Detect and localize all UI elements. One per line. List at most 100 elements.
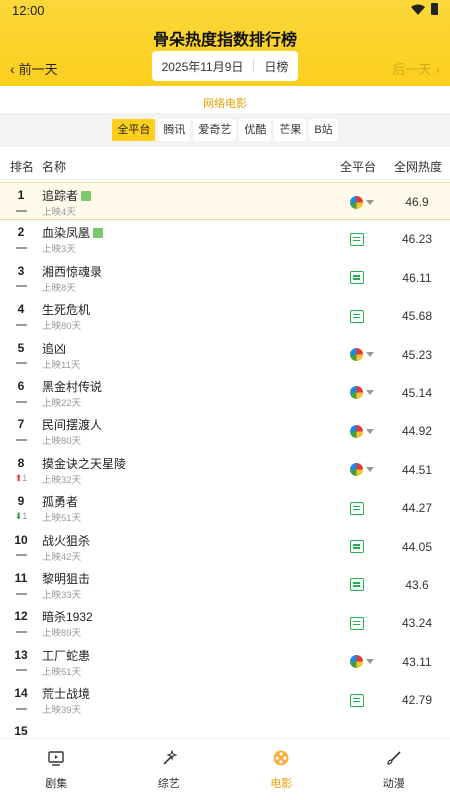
caret-down-icon: [366, 199, 374, 205]
movie-title: 追踪者: [42, 189, 79, 203]
table-row[interactable]: 14 荒士战境 上映39天 42.79: [0, 681, 450, 719]
platform-indicator[interactable]: [350, 615, 364, 631]
col-heat: 全网热度: [394, 160, 443, 174]
nav-tv-series[interactable]: 剧集: [0, 739, 113, 800]
rank-unchanged-icon: [15, 630, 27, 633]
iqiyi-icon: [350, 309, 364, 323]
col-rank: 排名: [10, 160, 35, 174]
platform-tab-all[interactable]: 全平台: [112, 119, 156, 141]
multi-platform-icon: [350, 386, 363, 400]
nav-movie[interactable]: 电影: [225, 739, 338, 800]
platform-indicator[interactable]: [350, 270, 364, 286]
table-row[interactable]: 2 血染凤凰 上映3天 46.23: [0, 220, 450, 258]
table-row[interactable]: 4 生死危机 上映80天 45.68: [0, 297, 450, 335]
new-badge-icon: [81, 190, 92, 201]
platform-indicator[interactable]: [350, 500, 364, 516]
platform-indicator[interactable]: [350, 385, 374, 401]
movie-title-wrap: 黑金村传说: [42, 378, 102, 395]
movie-title: 湘西惊魂录: [42, 264, 103, 279]
platform-tab-tencent[interactable]: 腾讯: [158, 119, 191, 141]
rank-unchanged-icon: [15, 400, 27, 403]
platform-tab-mango[interactable]: 芒果: [274, 119, 307, 141]
prev-day-button[interactable]: ‹ 前一天: [10, 59, 58, 78]
next-day-button[interactable]: 后一天 ›: [392, 59, 440, 78]
rank-change: 1: [22, 472, 28, 483]
magic-wand-icon: [163, 749, 178, 765]
status-bar: 12:00: [0, 0, 450, 22]
nav-variety[interactable]: 综艺: [113, 739, 226, 800]
rank-number: 6: [17, 378, 25, 393]
rank-number: 4: [17, 302, 25, 317]
multi-platform-icon: [350, 424, 363, 438]
rank-trend: [10, 205, 32, 215]
release-days: 上映22天: [42, 397, 82, 409]
nav-anime[interactable]: 动漫: [338, 739, 450, 800]
next-day-label: 后一天: [392, 62, 432, 77]
platform-indicator[interactable]: [350, 194, 374, 210]
nav-label: 电影: [270, 778, 293, 790]
table-row[interactable]: 7 民间摆渡人 上映80天 44.92: [0, 412, 450, 450]
release-days: 上映39天: [42, 705, 82, 717]
platform-tab-iqiyi[interactable]: 爱奇艺: [193, 119, 237, 141]
heat-value: 44.05: [401, 539, 433, 554]
platform-indicator[interactable]: [350, 654, 374, 670]
col-platform[interactable]: 全平台: [340, 158, 376, 175]
table-row[interactable]: 3 湘西惊魂录 上映8天 46.11: [0, 259, 450, 297]
multi-platform-icon: [350, 195, 363, 209]
chevron-left-icon: ‹: [10, 60, 15, 77]
table-row[interactable]: 10 战火狙杀 上映42天 44.05: [0, 528, 450, 566]
release-days: 上映33天: [42, 589, 82, 601]
table-row[interactable]: 8 ⬆1 摸金诀之天星陵 上映32天 44.51: [0, 451, 450, 489]
rank-number: 15: [14, 724, 28, 739]
platform-indicator[interactable]: [350, 577, 364, 593]
release-days: 上映4天: [42, 207, 76, 218]
release-days: 上映11天: [42, 359, 81, 371]
platform-indicator[interactable]: [350, 423, 374, 439]
platform-tab-bilibili[interactable]: B站: [309, 119, 338, 141]
caret-down-icon: [366, 352, 374, 358]
table-row[interactable]: 1 追踪者 上映4天 46.9: [0, 182, 450, 221]
date-selector[interactable]: 2025年11月9日 日榜: [152, 51, 298, 81]
ranking-list: 1 追踪者 上映4天 46.9 2 血染凤凰 上映3天 46.23 3 湘西惊魂录 上映8天 46.1…: [0, 182, 450, 758]
table-row[interactable]: 6 黑金村传说上映22天 45.14: [0, 374, 450, 412]
release-days: 上映42天: [42, 551, 82, 563]
multi-platform-icon: [350, 463, 363, 477]
platform-indicator[interactable]: [350, 462, 374, 478]
table-row[interactable]: 12 暗杀1932 上映89天 43.24: [0, 604, 450, 642]
rank-number: 5: [17, 340, 25, 355]
heat-value: 46.11: [402, 270, 432, 285]
movie-title: 摸金诀之天星陵: [42, 456, 127, 471]
rank-trend: [10, 396, 32, 406]
platform-indicator[interactable]: [350, 231, 364, 247]
rank-number: 12: [14, 609, 28, 624]
rank-trend: [10, 434, 32, 444]
platform-indicator[interactable]: [350, 692, 364, 708]
table-header: 排名 名称 全平台 全网热度: [0, 152, 450, 180]
movie-title-wrap: 工厂蛇患: [42, 647, 90, 664]
platform-indicator[interactable]: [350, 347, 374, 363]
heat-value: 43.24: [401, 616, 433, 631]
movie-title-wrap: 追踪者: [42, 187, 92, 204]
movie-title: 孤勇者: [42, 495, 79, 510]
status-time: 12:00: [12, 3, 45, 18]
multi-platform-icon: [350, 348, 363, 362]
date-value: 2025年11月9日: [161, 59, 244, 74]
platform-indicator[interactable]: [350, 308, 364, 324]
table-row[interactable]: 11 黎明狙击 上映33天 43.6: [0, 566, 450, 604]
rank-number: 13: [14, 647, 28, 662]
release-days: 上映51天: [42, 513, 82, 525]
table-row[interactable]: 9 ⬇1 孤勇者 上映51天 44.27: [0, 489, 450, 527]
platform-indicator[interactable]: [350, 539, 364, 555]
table-row[interactable]: 5 追凶 上映11天 45.23: [0, 336, 450, 374]
table-row[interactable]: 13 工厂蛇患 上映51天 43.11: [0, 643, 450, 681]
rank-unchanged-icon: [15, 362, 27, 365]
movie-title-wrap: 暗杀1932: [42, 608, 93, 625]
new-badge-icon: [93, 227, 104, 238]
caret-down-icon: [366, 428, 374, 434]
platform-tab-youku[interactable]: 优酷: [239, 119, 272, 141]
heat-value: 45.14: [401, 385, 433, 400]
rank-trend: [10, 319, 32, 329]
caret-down-icon: [366, 467, 374, 473]
rank-number: 8: [17, 455, 25, 470]
iqiyi-icon: [350, 271, 364, 285]
